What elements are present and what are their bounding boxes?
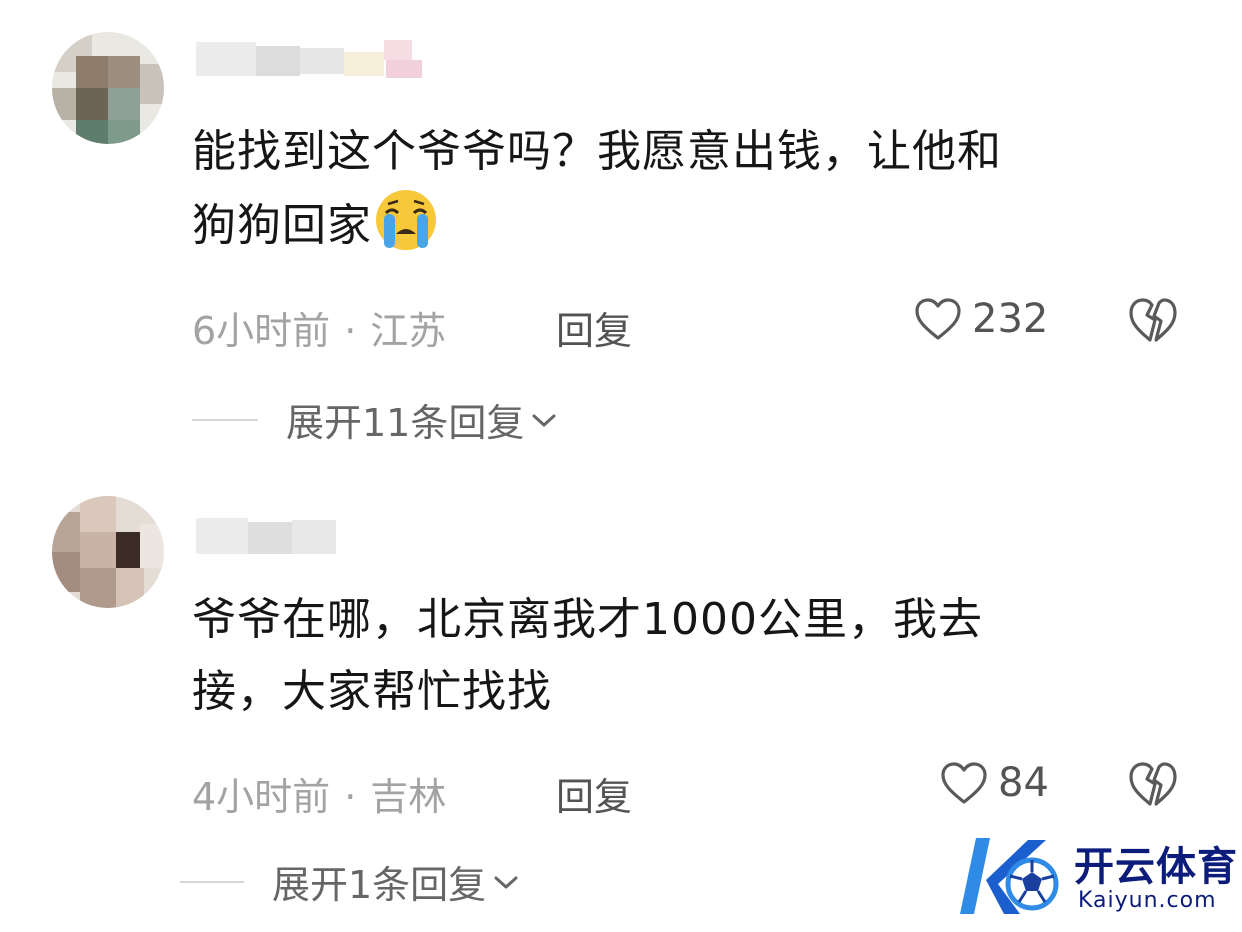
heart-outline-icon (941, 762, 987, 804)
like-button[interactable]: 232 (914, 296, 1048, 342)
comment-text-line: 狗狗回家 (192, 200, 372, 251)
like-count: 232 (972, 296, 1049, 342)
comment-location: 吉林 (370, 775, 447, 819)
expand-replies-button[interactable]: 展开1条回复 (180, 854, 520, 909)
reply-button[interactable]: 回复 (556, 766, 632, 821)
comment-text-line: 爷爷在哪，北京离我才1000公里，我去 (192, 594, 983, 645)
comment-text: 能找到这个爷爷吗？我愿意出钱，让他和 狗狗回家 (192, 116, 1184, 262)
comment-text-line: 能找到这个爷爷吗？我愿意出钱，让他和 (192, 126, 1002, 177)
divider-line (180, 880, 244, 883)
username-blurred[interactable] (196, 514, 336, 558)
like-count: 84 (998, 760, 1049, 806)
comment-time: 6小时前 (192, 309, 331, 353)
avatar[interactable] (52, 32, 164, 144)
brand-name-en: Kaiyun.com (1078, 888, 1217, 913)
comment-location: 江苏 (370, 309, 447, 353)
comment-item: 能找到这个爷爷吗？我愿意出钱，让他和 狗狗回家 6小时前 · 江苏 回复 232 (0, 0, 1242, 470)
chevron-down-icon (532, 414, 556, 426)
loudly-crying-face-icon (374, 188, 438, 252)
comment-meta: 4小时前 · 吉林 (192, 766, 446, 821)
meta-separator: · (344, 775, 357, 819)
comment-text: 爷爷在哪，北京离我才1000公里，我去 接，大家帮忙找找 (192, 584, 1184, 728)
dislike-button[interactable] (1128, 296, 1178, 348)
broken-heart-icon (1129, 762, 1177, 806)
comment-meta: 6小时前 · 江苏 (192, 300, 446, 355)
chevron-down-icon (494, 876, 518, 888)
kaiyun-logo-icon (960, 838, 1059, 914)
expand-replies-button[interactable]: 展开11条回复 (192, 392, 558, 447)
username-blurred[interactable] (196, 36, 446, 80)
avatar[interactable] (52, 496, 164, 608)
dislike-button[interactable] (1128, 760, 1178, 812)
comment-time: 4小时前 (192, 775, 331, 819)
brand-watermark: 开云体育 Kaiyun.com (950, 830, 1240, 926)
meta-separator: · (344, 309, 357, 353)
expand-replies-label: 展开11条回复 (286, 401, 525, 445)
heart-outline-icon (915, 298, 961, 340)
comment-text-line: 接，大家帮忙找找 (192, 666, 552, 717)
brand-name-cn: 开云体育 (1074, 844, 1238, 890)
expand-replies-label: 展开1条回复 (272, 863, 487, 907)
divider-line (192, 418, 258, 421)
reply-button[interactable]: 回复 (556, 300, 632, 355)
broken-heart-icon (1129, 298, 1177, 342)
like-button[interactable]: 84 (940, 760, 1049, 806)
